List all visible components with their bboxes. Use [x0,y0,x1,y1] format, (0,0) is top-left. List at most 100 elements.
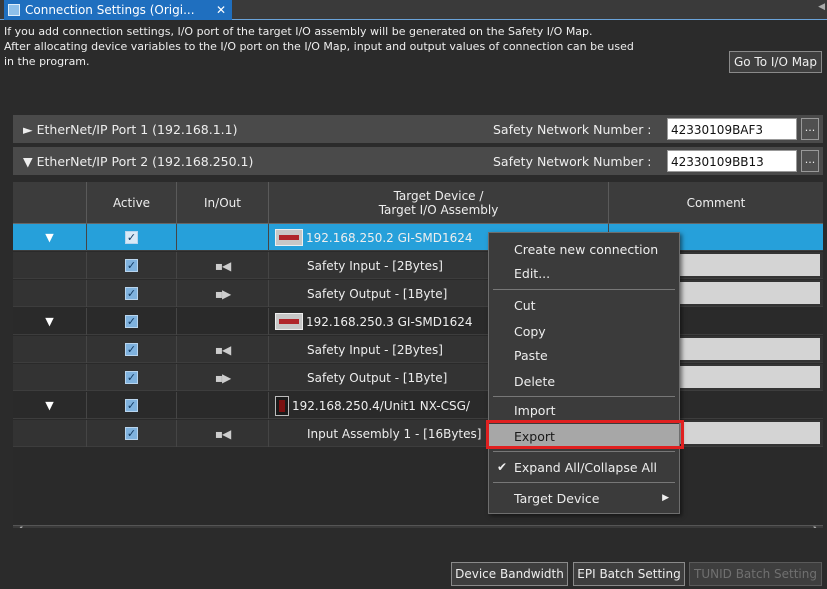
menu-create-connection[interactable]: Create new connection [489,237,679,261]
connection-settings-icon [8,4,20,16]
tab-scroll-arrow-icon[interactable]: ◀ [818,2,825,12]
active-checkbox[interactable]: ✓ [125,315,138,328]
expand-cell[interactable]: ▼ [13,308,87,335]
active-checkbox[interactable]: ✓ [125,371,138,384]
header-comment[interactable]: Comment [609,182,823,224]
port-1-label: ► EtherNet/IP Port 1 (192.168.1.1) [23,121,238,137]
document-tab-bar: Connection Settings (Origi... ✕ ◀ [0,0,827,20]
active-checkbox[interactable]: ✓ [125,427,138,440]
active-cell[interactable]: ✓ [87,224,177,251]
input-direction-icon: ▪◀ [214,426,231,441]
target-device-text: 192.168.250.3 GI-SMD1624 [306,314,473,329]
tunid-batch-setting-button[interactable]: TUNID Batch Setting [689,562,822,586]
device-bandwidth-button[interactable]: Device Bandwidth [451,562,568,586]
inout-cell: ▪◀ [177,420,269,447]
active-cell[interactable]: ✓ [87,392,177,419]
inout-cell: ▪▶ [177,364,269,391]
header-active[interactable]: Active [87,182,177,224]
table-row[interactable]: ✓ ▪◀ Safety Input - [2Bytes] [13,252,823,279]
active-checkbox[interactable]: ✓ [125,259,138,272]
menu-target-label: Target Device [514,490,600,506]
close-icon[interactable]: ✕ [216,3,226,17]
target-device-text: 192.168.250.2 GI-SMD1624 [306,230,473,245]
safety-unit-icon [275,313,303,330]
active-cell[interactable]: ✓ [87,420,177,447]
menu-copy[interactable]: Copy [489,319,679,343]
tab-connection-settings[interactable]: Connection Settings (Origi... ✕ [4,0,232,20]
collapse-triangle-icon[interactable]: ▼ [45,231,53,244]
output-direction-icon: ▪▶ [214,370,231,385]
table-row[interactable]: ▼ ✓ 192.168.250.2 GI-SMD1624 [13,224,823,251]
input-direction-icon: ▪◀ [214,342,231,357]
expand-cell[interactable] [13,280,87,307]
table-row[interactable]: ✓ ▪◀ Input Assembly 1 - [16Bytes] [13,420,823,447]
expand-cell[interactable]: ▼ [13,224,87,251]
table-row[interactable]: ▼ ✓ 192.168.250.3 GI-SMD1624 [13,308,823,335]
target-device-text: 192.168.250.4/Unit1 NX-CSG/ [292,398,470,413]
table-row[interactable]: ✓ ▪▶ Safety Output - [1Byte] [13,364,823,391]
menu-delete[interactable]: Delete [489,369,679,393]
menu-cut[interactable]: Cut [489,293,679,317]
menu-separator [493,482,675,483]
active-checkbox[interactable]: ✓ [125,231,138,244]
snn-browse-button[interactable]: ... [801,118,819,140]
go-to-io-map-button[interactable]: Go To I/O Map [729,51,822,73]
collapse-triangle-icon[interactable]: ▼ [45,315,53,328]
table-header: Active In/Out Target Device / Target I/O… [13,182,823,224]
input-direction-icon: ▪◀ [214,258,231,273]
scroll-left-icon[interactable]: ❮ [16,526,24,528]
check-icon: ✔ [497,460,508,474]
menu-target-device[interactable]: Target Device ▶ [489,486,679,510]
active-cell[interactable]: ✓ [87,252,177,279]
table-row[interactable]: ✓ ▪◀ Safety Input - [2Bytes] [13,336,823,363]
port-1-header[interactable]: ► EtherNet/IP Port 1 (192.168.1.1) Safet… [13,115,823,143]
active-cell[interactable]: ✓ [87,280,177,307]
active-cell[interactable]: ✓ [87,308,177,335]
safety-network-number-label: Safety Network Number : [493,121,652,137]
expand-cell[interactable] [13,252,87,279]
menu-expand-collapse-all[interactable]: ✔ Expand All/Collapse All [489,455,679,479]
menu-expand-label: Expand All/Collapse All [514,459,658,475]
horizontal-scrollbar[interactable]: ❮ ❯ [13,525,823,528]
info-line-2: After allocating device variables to the… [4,40,634,53]
target-assembly-text: Safety Input - [2Bytes] [307,342,443,357]
safety-network-number-field[interactable]: 42330109BB13 [667,150,797,172]
connection-table: Active In/Out Target Device / Target I/O… [13,182,823,528]
tab-title: Connection Settings (Origi... [25,3,195,17]
info-line-1: If you add connection settings, I/O port… [4,25,593,38]
target-assembly-text: Safety Input - [2Bytes] [307,258,443,273]
collapse-triangle-icon[interactable]: ▼ [45,399,53,412]
active-cell[interactable]: ✓ [87,364,177,391]
target-assembly-text: Safety Output - [1Byte] [307,370,448,385]
menu-import[interactable]: Import [489,398,679,422]
active-checkbox[interactable]: ✓ [125,399,138,412]
expand-cell[interactable] [13,336,87,363]
active-checkbox[interactable]: ✓ [125,343,138,356]
menu-edit[interactable]: Edit... [489,261,679,285]
output-direction-icon: ▪▶ [214,286,231,301]
table-row[interactable]: ▼ ✓ 192.168.250.4/Unit1 NX-CSG/ [13,392,823,419]
expand-cell[interactable] [13,420,87,447]
export-highlight-box [486,420,684,449]
header-inout[interactable]: In/Out [177,182,269,224]
footer-toolbar: Device Bandwidth EPI Batch Setting TUNID… [0,560,827,589]
expand-cell[interactable]: ▼ [13,392,87,419]
active-cell[interactable]: ✓ [87,336,177,363]
safety-network-number-label: Safety Network Number : [493,153,652,169]
table-row[interactable]: ✓ ▪▶ Safety Output - [1Byte] [13,280,823,307]
inout-cell [177,224,269,251]
menu-paste[interactable]: Paste [489,343,679,367]
context-menu: Create new connection Edit... Cut Copy P… [488,232,680,514]
header-target[interactable]: Target Device / Target I/O Assembly [269,182,609,224]
scroll-right-icon[interactable]: ❯ [812,526,820,528]
inout-cell: ▪◀ [177,252,269,279]
epi-batch-setting-button[interactable]: EPI Batch Setting [573,562,685,586]
safety-network-number-field[interactable]: 42330109BAF3 [667,118,797,140]
header-target-line-2: Target I/O Assembly [378,203,499,217]
snn-browse-button[interactable]: ... [801,150,819,172]
port-2-header[interactable]: ▼ EtherNet/IP Port 2 (192.168.250.1) Saf… [13,147,823,175]
inout-cell: ▪◀ [177,336,269,363]
expand-cell[interactable] [13,364,87,391]
active-checkbox[interactable]: ✓ [125,287,138,300]
nx-unit-icon [275,395,289,416]
